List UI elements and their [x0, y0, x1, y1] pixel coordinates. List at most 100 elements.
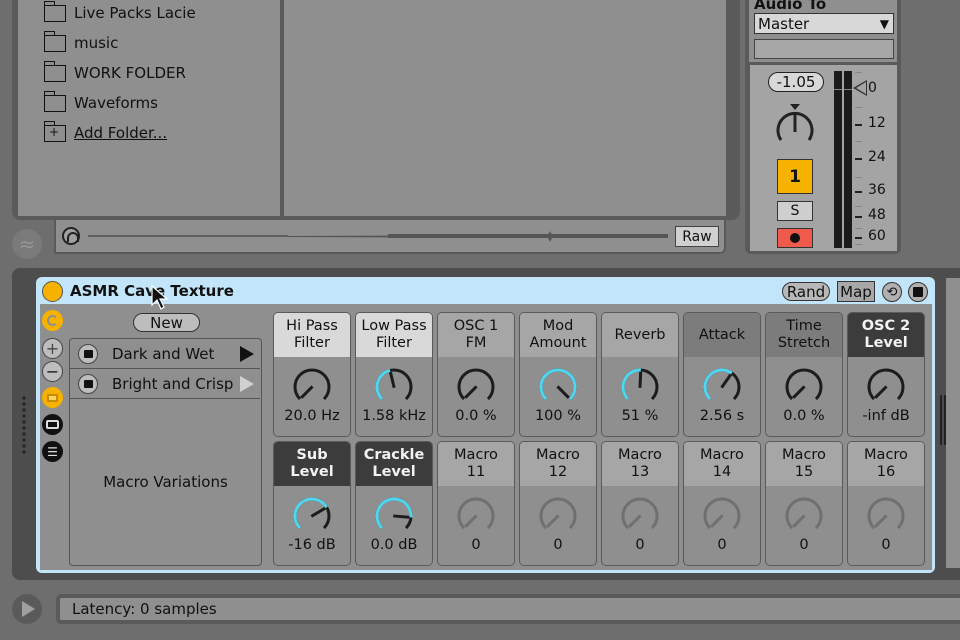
new-variation-button[interactable]: New — [133, 313, 200, 332]
remove-macro-button[interactable]: − — [42, 361, 63, 382]
macro-control[interactable]: Sub Level -16 dB — [273, 441, 351, 566]
macro-control[interactable]: Low Pass Filter 1.58 kHz — [355, 312, 433, 437]
macro-value: 20.0 Hz — [284, 408, 340, 424]
folder-icon — [43, 30, 66, 52]
headphone-icon[interactable] — [62, 227, 80, 245]
macro-name[interactable]: Macro 11 — [438, 442, 514, 486]
macro-control[interactable]: Time Stretch 0.0 % — [765, 312, 843, 437]
randomize-button[interactable]: Rand — [782, 282, 830, 301]
macro-control[interactable]: Reverb 51 % — [601, 312, 679, 437]
macro-knob[interactable] — [781, 495, 827, 537]
macro-knob[interactable] — [371, 495, 417, 537]
macro-value: 1.58 kHz — [362, 408, 426, 424]
play-icon[interactable] — [240, 345, 254, 362]
macro-control[interactable]: OSC 2 Level -inf dB — [847, 312, 925, 437]
macro-knob[interactable] — [617, 495, 663, 537]
show-macros-icon[interactable] — [42, 310, 63, 331]
macro-knob[interactable] — [371, 366, 417, 408]
macro-control[interactable]: Mod Amount 100 % — [519, 312, 597, 437]
knob-value-arc — [703, 368, 733, 401]
save-preset-icon[interactable] — [908, 282, 928, 302]
volume-fader-handle[interactable] — [853, 80, 867, 96]
knob-needle — [310, 506, 326, 518]
macro-name[interactable]: OSC 2 Level — [848, 313, 924, 357]
macro-control[interactable]: Macro 16 0 — [847, 441, 925, 566]
macro-knob[interactable] — [617, 366, 663, 408]
show-hide-button[interactable] — [12, 594, 42, 624]
macro-knob[interactable] — [781, 366, 827, 408]
macro-control[interactable]: Crackle Level 0.0 dB — [355, 441, 433, 566]
macro-name[interactable]: Crackle Level — [356, 442, 432, 486]
macro-name[interactable]: Low Pass Filter — [356, 313, 432, 357]
macro-control[interactable]: Macro 12 0 — [519, 441, 597, 566]
macro-knob[interactable] — [289, 366, 335, 408]
meter-scale-label: 24 — [868, 149, 886, 165]
variation-item[interactable]: Dark and Wet — [70, 339, 260, 369]
places-list: Live Packs Lacie music WORK FOLDER Wavef… — [18, 0, 280, 216]
place-item[interactable]: Waveforms — [43, 90, 158, 114]
preview-toggle-button[interactable]: ≈ — [12, 229, 42, 259]
hot-swap-icon[interactable]: ⟲ — [882, 282, 902, 302]
raw-button[interactable]: Raw — [675, 226, 719, 247]
macro-knob[interactable] — [535, 495, 581, 537]
macro-control[interactable]: Hi Pass Filter 20.0 Hz — [273, 312, 351, 437]
macro-name[interactable]: Macro 12 — [520, 442, 596, 486]
meter-tick — [855, 191, 862, 193]
add-macro-button[interactable]: + — [42, 338, 63, 359]
macro-name[interactable]: Hi Pass Filter — [274, 313, 350, 357]
macro-knob[interactable] — [535, 366, 581, 408]
camera-icon[interactable] — [78, 343, 98, 364]
macro-knob[interactable] — [453, 495, 499, 537]
macro-knob[interactable] — [863, 495, 909, 537]
meter-scale-label: 12 — [868, 115, 886, 131]
chain-list-icon[interactable]: ☰ — [42, 441, 63, 462]
place-item[interactable]: Live Packs Lacie — [43, 0, 196, 24]
map-button[interactable]: Map — [837, 281, 875, 302]
macro-name[interactable]: Reverb — [602, 313, 678, 357]
device-drag-handle[interactable] — [22, 395, 26, 455]
variation-item[interactable]: Bright and Crisp — [70, 369, 260, 399]
macro-control[interactable]: Macro 13 0 — [601, 441, 679, 566]
play-icon[interactable] — [240, 375, 254, 392]
pan-value[interactable]: -1.05 — [768, 72, 824, 92]
macro-value: 0 — [799, 537, 809, 553]
macro-knob[interactable] — [863, 366, 909, 408]
macro-name[interactable]: OSC 1 FM — [438, 313, 514, 357]
macro-knob[interactable] — [453, 366, 499, 408]
macro-name[interactable]: Macro 16 — [848, 442, 924, 486]
meter-tick — [855, 206, 862, 207]
macro-knob[interactable] — [699, 495, 745, 537]
macro-control[interactable]: Macro 14 0 — [683, 441, 761, 566]
show-chain-icon[interactable] — [42, 414, 63, 435]
macro-name[interactable]: Sub Level — [274, 442, 350, 486]
macro-variations-icon[interactable] — [42, 387, 63, 408]
output-channel-select[interactable] — [754, 39, 894, 59]
device-power-button[interactable] — [42, 281, 63, 302]
macro-control[interactable]: Macro 11 0 — [437, 441, 515, 566]
browser-content-pane[interactable] — [284, 0, 726, 216]
place-item[interactable]: WORK FOLDER — [43, 60, 186, 84]
place-item[interactable]: music — [43, 30, 118, 54]
macro-name[interactable]: Time Stretch — [766, 313, 842, 357]
macro-knob[interactable] — [289, 495, 335, 537]
device-resize-handle[interactable] — [940, 395, 946, 445]
macro-name[interactable]: Macro 15 — [766, 442, 842, 486]
macro-control[interactable]: Attack 2.56 s — [683, 312, 761, 437]
macro-name[interactable]: Macro 14 — [684, 442, 760, 486]
macro-knob[interactable] — [699, 366, 745, 408]
arm-button[interactable] — [777, 228, 813, 248]
track-activator-button[interactable]: 1 — [777, 159, 813, 194]
solo-button[interactable]: S — [777, 201, 813, 221]
preview-waveform[interactable] — [88, 228, 670, 244]
record-arm-icon — [790, 233, 800, 243]
knob-track — [621, 497, 659, 530]
macro-name[interactable]: Macro 13 — [602, 442, 678, 486]
macro-name[interactable]: Mod Amount — [520, 313, 596, 357]
pan-knob[interactable] — [772, 102, 818, 150]
macro-control[interactable]: OSC 1 FM 0.0 % — [437, 312, 515, 437]
output-routing-select[interactable]: Master ▼ — [754, 13, 894, 34]
macro-control[interactable]: Macro 15 0 — [765, 441, 843, 566]
add-folder-button[interactable]: + Add Folder... — [43, 120, 167, 144]
macro-name[interactable]: Attack — [684, 313, 760, 357]
camera-icon[interactable] — [78, 373, 98, 394]
